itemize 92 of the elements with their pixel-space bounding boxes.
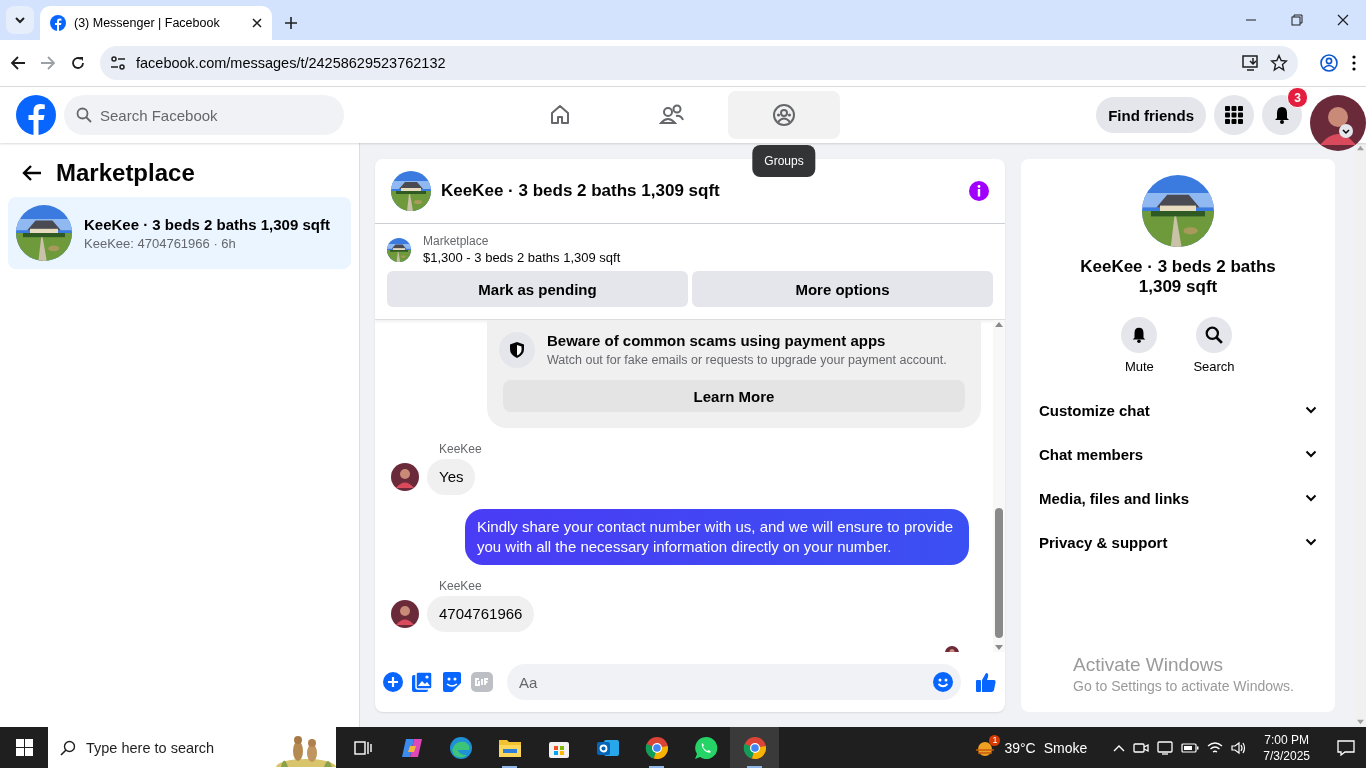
grid-icon: [1225, 106, 1243, 124]
notice-text: Watch out for fake emails or requests to upgrade your payment account.: [547, 353, 947, 367]
taskbar-search-field[interactable]: Type here to search: [48, 727, 336, 768]
temperature-text: 39°C: [1004, 739, 1036, 756]
listing-label: Marketplace: [423, 234, 490, 248]
action-button[interactable]: Mark as pending: [387, 271, 688, 307]
chevron-down-icon: [1305, 450, 1317, 458]
chat-bubble-icon: [693, 735, 718, 760]
profile-icon[interactable]: [1320, 54, 1338, 72]
clock-date[interactable]: 7/3/2025: [1263, 747, 1310, 764]
weather-text: Smoke: [1043, 739, 1088, 756]
activation-text: Go to Settings to activate Windows.: [1073, 678, 1294, 694]
action-button[interactable]: More options: [692, 271, 993, 307]
new-tab-icon[interactable]: [284, 16, 298, 30]
star-icon[interactable]: [1270, 54, 1288, 72]
message-bubble: 4704761966: [427, 596, 535, 632]
battery-icon[interactable]: [1181, 742, 1200, 753]
chevron-down-icon: [1305, 494, 1317, 502]
chevron-up-icon[interactable]: [1113, 743, 1126, 752]
avatar-icon: [391, 600, 419, 628]
chevron-down-icon: [14, 16, 26, 24]
menu-icon[interactable]: [1352, 55, 1356, 71]
tab-search-button[interactable]: [6, 6, 34, 34]
shield-icon: [509, 341, 525, 359]
emoji-icon[interactable]: [933, 672, 953, 692]
chrome-icon: [742, 735, 767, 760]
speaker-icon[interactable]: [1231, 740, 1248, 755]
find-friends-button[interactable]: Find friends: [1096, 97, 1206, 133]
tooltip: Groups: [752, 145, 816, 177]
url-text: facebook.com/messages/t/24258629523762132: [136, 55, 447, 71]
search-icon: [60, 739, 76, 756]
windows-icon: [15, 739, 33, 756]
scroll-up-icon[interactable]: [994, 320, 1004, 328]
camera-icon[interactable]: [1133, 740, 1150, 755]
info-icon[interactable]: [969, 181, 989, 201]
photo-icon[interactable]: [411, 671, 433, 693]
menu-button[interactable]: [1214, 95, 1254, 135]
notification-icon[interactable]: [1337, 739, 1355, 756]
address-bar[interactable]: facebook.com/messages/t/24258629523762132: [100, 46, 1298, 80]
facebook-logo[interactable]: [16, 95, 56, 135]
reload-icon[interactable]: [70, 55, 86, 71]
display-icon[interactable]: [1157, 740, 1174, 755]
install-icon[interactable]: [1242, 55, 1260, 71]
notifications-button[interactable]: [1262, 95, 1302, 135]
chevron-down-icon: [1305, 406, 1317, 414]
home-icon: [548, 103, 572, 127]
activation-title: Activate Windows: [1073, 654, 1224, 676]
browser-tab[interactable]: (3) Messenger | Facebook: [40, 6, 272, 40]
plus-icon[interactable]: [383, 672, 403, 692]
site-settings-icon[interactable]: [110, 56, 126, 70]
sender-name: KeeKee: [439, 442, 483, 456]
notice-title: Beware of common scams using payment apps: [547, 332, 887, 349]
chevron-down-icon[interactable]: [1339, 124, 1353, 138]
search-icon: [76, 107, 92, 123]
scroll-down-icon[interactable]: [994, 644, 1004, 652]
sender-name: KeeKee: [439, 579, 483, 593]
chat-title: KeeKee · 3 beds 2 baths 1,309 sqft: [441, 181, 721, 201]
clock-time[interactable]: 7:00 PM: [1263, 731, 1310, 748]
nav-tab[interactable]: [728, 91, 840, 139]
thumbs-up-icon[interactable]: [975, 671, 997, 693]
back-icon[interactable]: [10, 55, 26, 71]
section-header[interactable]: Media, files and links: [1029, 476, 1327, 520]
message-bubble: Yes: [427, 459, 476, 495]
search-field[interactable]: Search Facebook: [64, 95, 344, 135]
weather-badge: 1: [989, 734, 1001, 746]
chat-name: KeeKee · 3 beds 2 baths 1,309 sqft: [1079, 257, 1277, 297]
forward-icon[interactable]: [40, 55, 56, 71]
section-header[interactable]: Customize chat: [1029, 388, 1327, 432]
chevron-down-icon: [1305, 538, 1317, 546]
notification-badge: 3: [1287, 87, 1308, 108]
chrome-icon: [644, 735, 669, 760]
avatar-icon: [391, 463, 419, 491]
sticker-icon[interactable]: [441, 671, 463, 693]
page-title: Marketplace: [56, 159, 195, 187]
back-icon[interactable]: [22, 164, 42, 182]
close-icon[interactable]: [252, 18, 262, 28]
section-header[interactable]: Chat members: [1029, 432, 1327, 476]
listing-summary: $1,300 - 3 beds 2 baths 1,309 sqft: [423, 250, 621, 265]
edge-icon: [448, 735, 473, 760]
learn-more-button[interactable]: Learn More: [503, 380, 965, 412]
people-icon: [659, 103, 685, 127]
taskbar-app[interactable]: [730, 727, 779, 768]
conversation-item[interactable]: KeeKee · 3 beds 2 baths 1,309 sqft KeeKee: 4704761966 · 6h: [8, 197, 351, 269]
groups-icon: [772, 103, 796, 127]
message-field[interactable]: Aa: [507, 664, 961, 700]
wifi-icon[interactable]: [1207, 740, 1224, 755]
section-header[interactable]: Privacy & support: [1029, 520, 1327, 564]
search-icon: [1205, 326, 1223, 344]
task-view-icon: [353, 738, 372, 757]
scrollbar-thumb[interactable]: [995, 508, 1003, 638]
message-bubble: Kindly share your contact number with us, and we will ensure to provide you with all the necessary information directly on your number.: [465, 509, 969, 565]
facebook-icon: [50, 15, 66, 31]
